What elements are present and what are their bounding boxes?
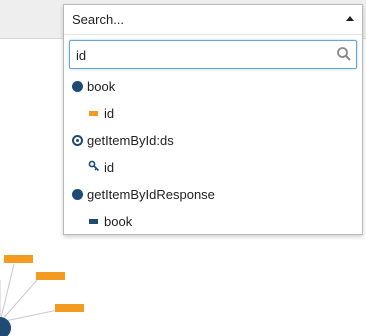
key-icon (88, 160, 100, 172)
graph-field-node (55, 304, 84, 312)
result-group-getitembyid-ds[interactable]: getItemById:ds (64, 127, 362, 154)
result-group-book[interactable]: book (64, 73, 362, 100)
search-input[interactable] (76, 47, 326, 63)
search-icon[interactable] (336, 46, 352, 62)
result-item-book-id[interactable]: id (64, 100, 362, 127)
result-label: id (104, 106, 115, 121)
dropdown-placeholder: Search... (72, 12, 125, 27)
search-results: book id getItemById:ds id getItemByIdRes… (64, 73, 362, 235)
filled-circle-icon (72, 81, 83, 92)
result-label: getItemByIdResponse (87, 187, 215, 202)
dropdown-toggle[interactable]: Search... (64, 5, 362, 35)
caret-up-icon[interactable] (346, 16, 354, 21)
graph-field-node (36, 272, 65, 280)
navy-bar-icon (89, 219, 98, 224)
orange-bar-icon (89, 111, 98, 116)
result-group-getitembyidresponse[interactable]: getItemByIdResponse (64, 181, 362, 208)
target-circle-icon (72, 135, 83, 146)
graph-field-node (4, 255, 33, 263)
result-label: getItemById:ds (87, 133, 174, 148)
result-label: book (104, 214, 133, 229)
result-item-response-book[interactable]: book (64, 208, 362, 235)
result-item-getitembyid-id[interactable]: id (64, 154, 362, 181)
search-dropdown[interactable]: Search... book id getItemById:ds (63, 4, 363, 235)
result-label: id (104, 160, 115, 175)
search-field[interactable] (69, 40, 357, 69)
graph-edge (0, 263, 15, 323)
result-label: book (87, 79, 116, 94)
filled-circle-icon (72, 189, 83, 200)
